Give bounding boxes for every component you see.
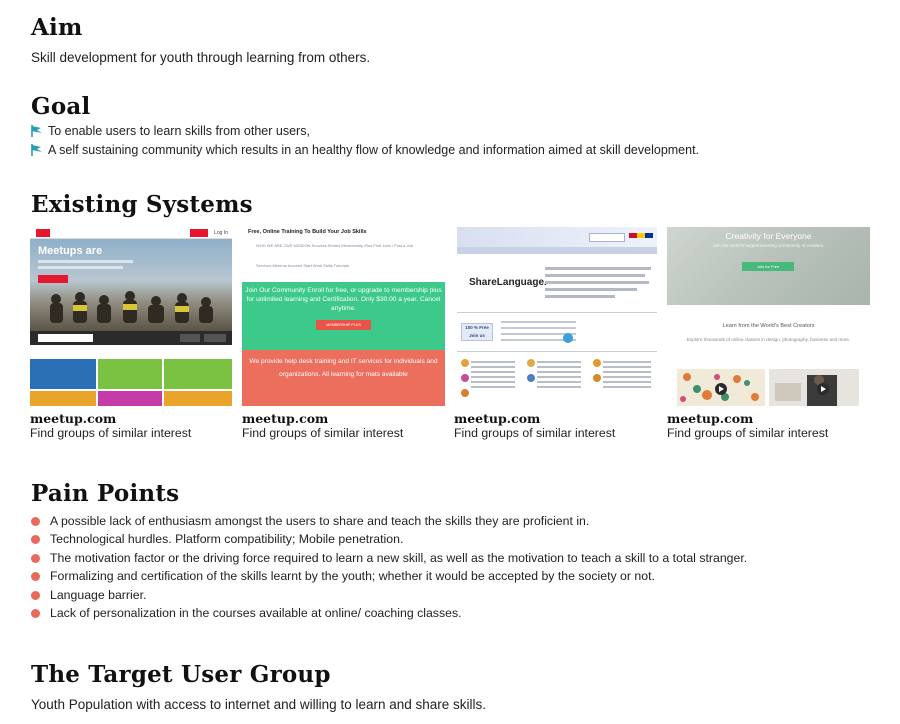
goal-item-text: A self sustaining community which result… — [48, 143, 700, 157]
pain-point-item: A possible lack of enthusiasm amongst th… — [31, 512, 589, 530]
pain-point-text: Lack of personalization in the courses a… — [50, 606, 462, 620]
pain-point-item: Lack of personalization in the courses a… — [31, 604, 462, 622]
system-name: meetup.com — [667, 411, 754, 426]
target-user-group-text: Youth Population with access to internet… — [31, 697, 487, 712]
thumbnail-meetup: Log In Meetups are — [30, 227, 232, 406]
membership-button: MEMBERSHIP PLUS — [316, 320, 371, 330]
pain-point-text: The motivation factor or the driving for… — [50, 551, 748, 565]
thumbnail-creativity: Creativity for Everyone Join the world's… — [667, 227, 870, 406]
thumbnail-sharelanguage: ShareLanguage. 100 % Free Join us — [457, 227, 657, 406]
system-name: meetup.com — [30, 411, 117, 426]
join-free-button: Join for Free — [742, 262, 794, 271]
pain-point-text: A possible lack of enthusiasm amongst th… — [50, 514, 590, 528]
bullet-icon — [31, 590, 40, 600]
goal-item-text: To enable users to learn skills from oth… — [48, 124, 310, 138]
class-thumbnails — [677, 369, 859, 406]
thumbnail-category-grid — [30, 345, 232, 406]
bullet-icon — [31, 608, 40, 618]
system-desc: Find groups of similar interest — [242, 426, 404, 440]
aim-text: Skill development for youth through lear… — [31, 50, 371, 65]
target-user-group-heading: The Target User Group — [31, 661, 331, 688]
sharelanguage-logo: ShareLanguage. — [469, 277, 547, 288]
pain-point-text: Technological hurdles. Platform compatib… — [50, 532, 404, 546]
system-desc: Find groups of similar interest — [30, 426, 192, 440]
flag-icon — [31, 125, 42, 137]
goal-heading: Goal — [31, 93, 91, 120]
thumbnail-hero: Creativity for Everyone Join the world's… — [667, 227, 870, 305]
pain-point-item: Technological hurdles. Platform compatib… — [31, 530, 403, 548]
thumbnail-nav — [457, 247, 657, 254]
goal-item: To enable users to learn skills from oth… — [30, 122, 310, 140]
pain-point-item: Language barrier. — [31, 586, 146, 604]
thumbnail-search-bar — [30, 331, 232, 345]
thumbnail-header: Log In — [30, 227, 232, 239]
thumbnail-job-skills: Free, Online Training To Build Your Job … — [242, 227, 445, 406]
bullet-icon — [31, 516, 40, 526]
thumbnail-header — [457, 227, 657, 247]
system-name: meetup.com — [454, 411, 541, 426]
system-desc: Find groups of similar interest — [667, 426, 829, 440]
thumbnail-hero: Meetups are — [30, 239, 232, 331]
aim-heading: Aim — [31, 14, 83, 41]
existing-systems-heading: Existing Systems — [31, 191, 253, 218]
goal-item: A self sustaining community which result… — [30, 141, 699, 159]
bullet-icon — [31, 534, 40, 544]
meetup-logo — [36, 229, 50, 237]
thumbnail-red-section: We provide help desk training and IT ser… — [242, 350, 445, 406]
people-photo — [50, 291, 213, 323]
flag-icon — [31, 144, 42, 156]
thumbnail-green-section: Join Our Community Enroll for free, or u… — [242, 282, 445, 350]
pain-point-item: The motivation factor or the driving for… — [31, 549, 747, 567]
pain-point-item: Formalizing and certification of the ski… — [31, 567, 655, 585]
pain-points-heading: Pain Points — [31, 480, 180, 507]
bullet-icon — [31, 571, 40, 581]
bullet-icon — [31, 553, 40, 563]
pain-point-text: Language barrier. — [50, 588, 147, 602]
system-name: meetup.com — [242, 411, 329, 426]
pain-point-text: Formalizing and certification of the ski… — [50, 569, 655, 583]
system-desc: Find groups of similar interest — [454, 426, 616, 440]
